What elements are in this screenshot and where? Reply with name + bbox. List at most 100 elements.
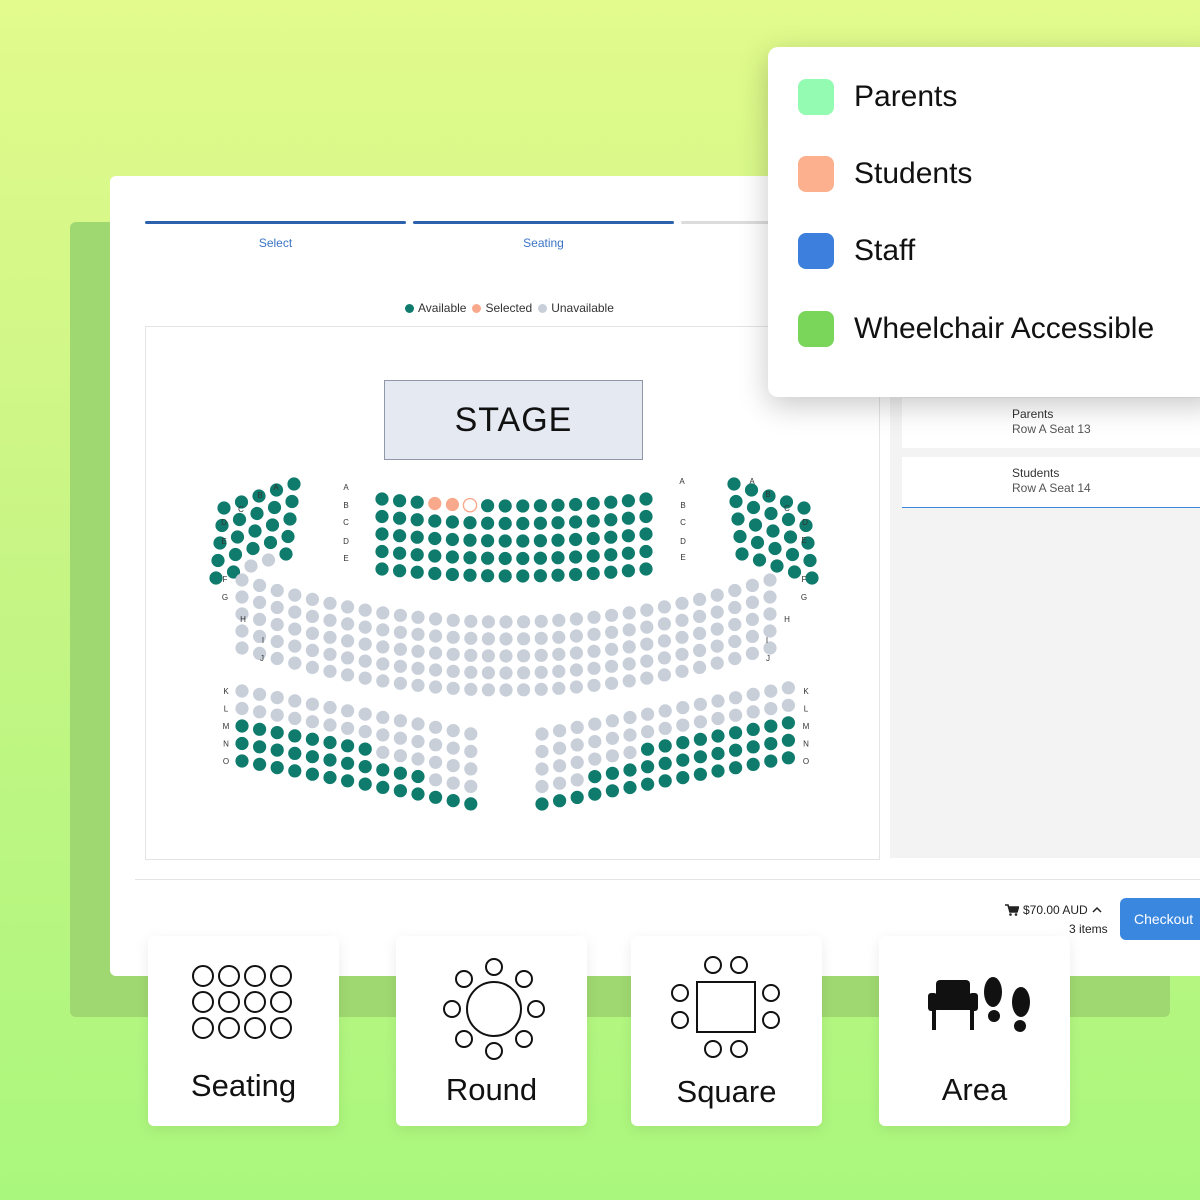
seat[interactable] [393, 529, 407, 543]
seat[interactable] [305, 732, 319, 746]
seat[interactable] [622, 657, 636, 671]
seat[interactable] [358, 760, 372, 774]
seat[interactable] [551, 516, 565, 530]
seat[interactable] [569, 663, 583, 677]
seat[interactable] [551, 568, 565, 582]
seat[interactable] [728, 583, 742, 598]
seat[interactable] [639, 562, 653, 576]
seat[interactable] [711, 694, 725, 708]
seat[interactable] [393, 714, 407, 728]
seat[interactable] [781, 751, 796, 765]
seat[interactable] [429, 663, 443, 677]
seat[interactable] [288, 694, 302, 708]
seat[interactable] [693, 592, 707, 606]
seat[interactable] [358, 637, 372, 651]
seat[interactable] [675, 613, 689, 627]
seat[interactable] [605, 608, 619, 622]
seat[interactable] [517, 615, 531, 629]
seat[interactable] [621, 546, 635, 560]
seat[interactable] [341, 617, 355, 631]
seat[interactable] [605, 714, 619, 728]
seat[interactable] [693, 750, 708, 764]
seat[interactable] [235, 754, 249, 768]
seat[interactable] [657, 651, 671, 665]
seat[interactable] [605, 676, 619, 690]
seat[interactable] [553, 741, 567, 755]
seat[interactable] [729, 691, 743, 705]
seat[interactable] [376, 763, 390, 777]
cart-summary[interactable]: $70.00 AUD [1005, 903, 1103, 917]
seat[interactable] [323, 630, 337, 644]
seat[interactable] [244, 559, 258, 573]
seat[interactable] [411, 769, 425, 784]
seat[interactable] [553, 724, 567, 738]
seat[interactable] [410, 513, 424, 527]
seat[interactable] [781, 733, 796, 747]
seat[interactable] [534, 682, 548, 696]
seat[interactable] [586, 549, 600, 563]
seat[interactable] [587, 644, 601, 658]
ticket-item[interactable]: Parents Row A Seat 13 [902, 398, 1200, 448]
seat[interactable] [235, 701, 249, 716]
seat[interactable] [288, 729, 302, 743]
seat[interactable] [735, 547, 749, 561]
seat[interactable] [305, 609, 319, 623]
seat[interactable] [270, 583, 284, 598]
seat[interactable] [641, 760, 655, 774]
seat[interactable] [498, 516, 512, 531]
seat[interactable] [265, 518, 280, 532]
seat[interactable] [729, 761, 743, 775]
seat[interactable] [428, 566, 442, 581]
tool-square[interactable]: Square [631, 936, 822, 1126]
seat[interactable] [622, 640, 636, 654]
seat[interactable] [463, 533, 477, 547]
seat[interactable] [341, 668, 355, 682]
seat[interactable] [253, 687, 267, 701]
seat[interactable] [693, 715, 708, 729]
seat[interactable] [657, 600, 671, 614]
seat[interactable] [658, 739, 672, 753]
seat[interactable] [464, 762, 478, 776]
seat[interactable] [552, 647, 566, 661]
seat[interactable] [232, 512, 247, 527]
seat[interactable] [604, 548, 618, 562]
seat[interactable] [428, 514, 442, 528]
step-seating[interactable]: Seating [413, 236, 674, 250]
seat[interactable] [569, 567, 583, 582]
seat[interactable] [358, 725, 372, 739]
seat[interactable] [516, 516, 530, 531]
seat[interactable] [534, 665, 548, 679]
seat[interactable] [745, 646, 760, 660]
seat[interactable] [429, 646, 443, 660]
seat[interactable] [535, 797, 549, 811]
seat[interactable] [288, 588, 302, 602]
seat[interactable] [693, 697, 708, 711]
seat[interactable] [605, 766, 619, 780]
tool-round[interactable]: Round [396, 936, 587, 1126]
seat[interactable] [270, 651, 284, 666]
seat[interactable] [533, 551, 547, 565]
seat[interactable] [445, 567, 459, 582]
seat[interactable] [621, 564, 635, 578]
seat[interactable] [748, 518, 763, 532]
seat[interactable] [621, 529, 635, 543]
seat[interactable] [410, 495, 424, 509]
seat[interactable] [279, 547, 293, 561]
seat[interactable] [516, 551, 530, 566]
seat[interactable] [621, 494, 635, 508]
seat[interactable] [586, 514, 600, 528]
seat[interactable] [728, 634, 742, 649]
seat[interactable] [281, 529, 295, 544]
seat[interactable] [481, 499, 495, 513]
seat[interactable] [446, 664, 460, 678]
seat[interactable] [623, 710, 637, 725]
seat[interactable] [641, 725, 655, 739]
seat[interactable] [248, 524, 262, 538]
seat[interactable] [376, 780, 390, 794]
seat[interactable] [641, 707, 655, 721]
seat[interactable] [235, 590, 249, 604]
seat[interactable] [209, 571, 223, 585]
seat[interactable] [411, 627, 425, 641]
seat[interactable] [621, 511, 635, 525]
seat[interactable] [640, 671, 654, 685]
